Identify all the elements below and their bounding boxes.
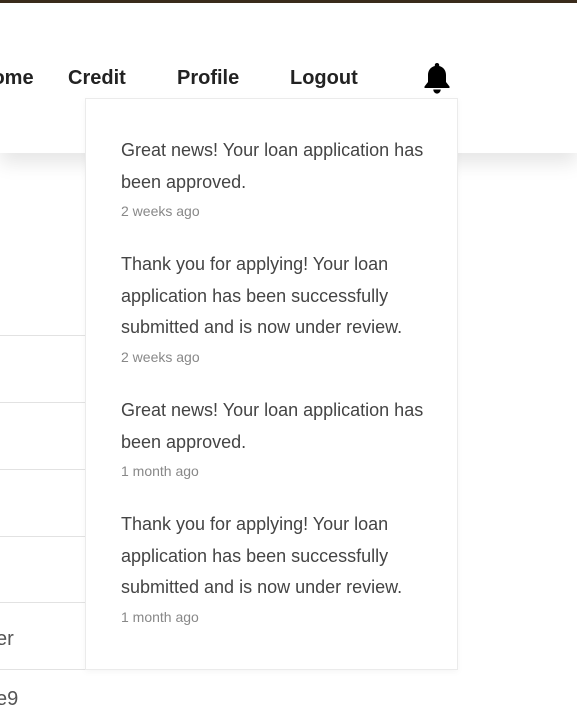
- table-cell-text: e9: [0, 688, 19, 710]
- nav-profile-link[interactable]: Profile: [177, 67, 239, 89]
- notification-item[interactable]: Great news! Your loan application has be…: [121, 395, 431, 480]
- notification-time: 1 month ago: [121, 463, 199, 479]
- notification-item[interactable]: Thank you for applying! Your loan applic…: [121, 249, 431, 366]
- notification-message: Thank you for applying! Your loan applic…: [121, 514, 403, 597]
- notification-message: Thank you for applying! Your loan applic…: [121, 254, 403, 337]
- notification-time: 2 weeks ago: [121, 348, 200, 365]
- nav-home-link[interactable]: Home: [0, 67, 34, 89]
- notification-item[interactable]: Great news! Your loan application has be…: [121, 135, 431, 220]
- notification-time: 1 month ago: [121, 608, 199, 625]
- bell-icon-graphic: [424, 63, 450, 94]
- notification-time: 2 weeks ago: [121, 203, 200, 219]
- notifications-dropdown: Great news! Your loan application has be…: [85, 98, 458, 670]
- table-cell-text: er: [0, 628, 14, 650]
- nav-credit-link[interactable]: Credit: [68, 67, 126, 89]
- notification-message: Great news! Your loan application has be…: [121, 400, 424, 452]
- notification-item[interactable]: Thank you for applying! Your loan applic…: [121, 509, 431, 626]
- nav-logout-link[interactable]: Logout: [290, 67, 358, 89]
- bell-icon[interactable]: [422, 61, 452, 95]
- notification-message: Great news! Your loan application has be…: [121, 140, 424, 192]
